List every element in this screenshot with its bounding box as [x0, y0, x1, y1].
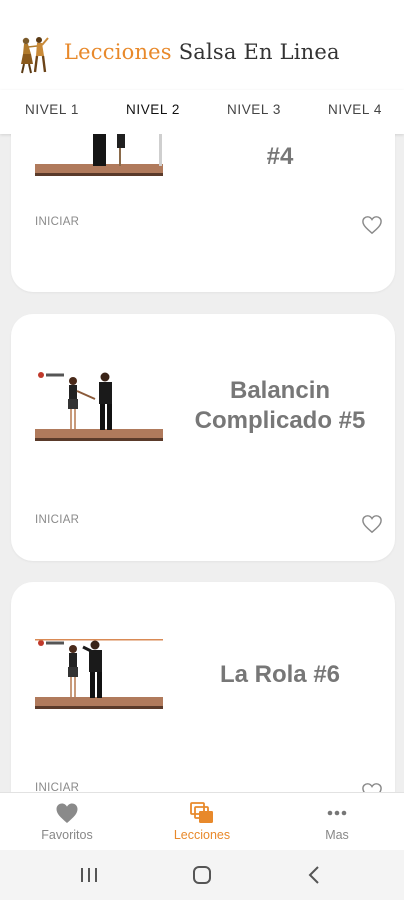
level-tabs: NIVEL 1 NIVEL 2 NIVEL 3 NIVEL 4 — [0, 90, 404, 134]
start-button[interactable]: INICIAR — [35, 514, 79, 526]
favorite-heart-icon[interactable] — [361, 782, 383, 792]
bottom-navigation: Favoritos Lecciones Mas — [0, 792, 404, 851]
nav-label: Favoritos — [41, 828, 93, 842]
app-bar: Lecciones Salsa En Linea — [0, 0, 404, 90]
lesson-title: #4 — [266, 143, 294, 170]
lesson-list: #4 INICIAR Balancin Complicado #5 INICIA… — [0, 134, 404, 792]
favorite-heart-icon[interactable] — [361, 215, 383, 235]
tab-nivel-2[interactable]: NIVEL 2 — [126, 102, 180, 117]
heart-icon — [56, 803, 78, 823]
more-icon — [327, 810, 347, 816]
system-navigation-bar — [0, 850, 404, 900]
lesson-thumbnail — [35, 637, 163, 709]
app-title: Lecciones Salsa En Linea — [64, 40, 340, 64]
tab-nivel-3[interactable]: NIVEL 3 — [227, 102, 281, 117]
back-icon[interactable] — [303, 865, 327, 885]
app-title-accent: Lecciones — [64, 40, 172, 64]
nav-favoritos[interactable]: Favoritos — [0, 793, 134, 851]
nav-label: Mas — [325, 828, 349, 842]
nav-mas[interactable]: Mas — [270, 793, 404, 851]
lesson-card[interactable]: Balancin Complicado #5 INICIAR — [11, 314, 395, 561]
tab-nivel-4[interactable]: NIVEL 4 — [328, 102, 382, 117]
start-button[interactable]: INICIAR — [35, 216, 79, 228]
nav-label: Lecciones — [173, 828, 231, 842]
lesson-card[interactable]: La Rola #6 INICIAR — [11, 582, 395, 792]
home-icon[interactable] — [190, 865, 214, 885]
nav-lecciones[interactable]: Lecciones — [135, 793, 269, 851]
start-button[interactable]: INICIAR — [35, 782, 79, 792]
lesson-thumbnail — [35, 369, 163, 441]
lesson-thumbnail — [35, 134, 163, 176]
recent-apps-icon[interactable] — [77, 865, 101, 885]
app-title-rest: Salsa En Linea — [178, 40, 340, 64]
lesson-title: La Rola #6 — [219, 661, 341, 688]
lesson-title: Balancin Complicado #5 — [194, 377, 366, 434]
dancers-logo-icon — [21, 37, 49, 74]
lessons-icon — [190, 802, 213, 823]
lesson-card[interactable]: #4 INICIAR — [11, 134, 395, 292]
tab-nivel-1[interactable]: NIVEL 1 — [25, 102, 79, 117]
favorite-heart-icon[interactable] — [361, 514, 383, 534]
